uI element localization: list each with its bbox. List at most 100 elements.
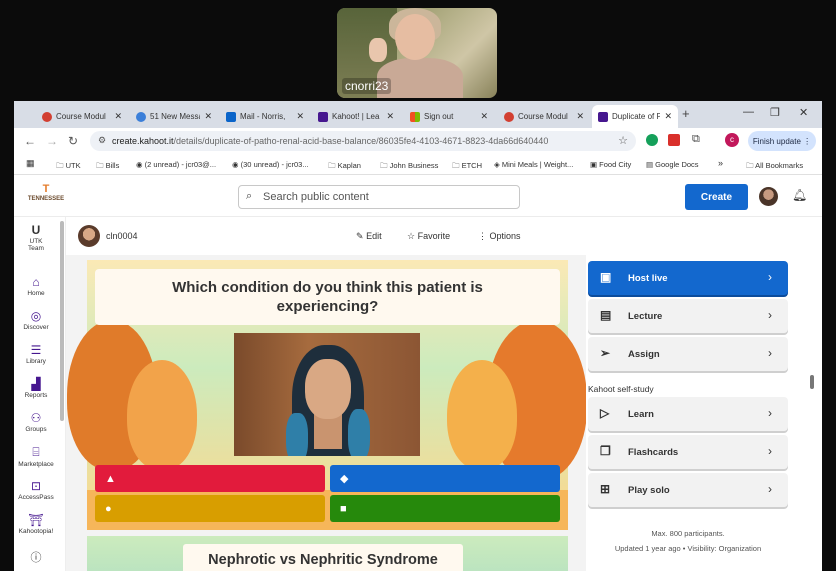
forward-icon[interactable]: → bbox=[46, 134, 58, 148]
sidebar-scrollbar[interactable] bbox=[60, 221, 64, 421]
page-scrollbar[interactable] bbox=[810, 375, 814, 389]
close-tab-icon[interactable]: ✕ bbox=[576, 111, 584, 122]
sidebar-item-accesspass[interactable]: ⊡ AccessPass bbox=[14, 479, 58, 501]
sidebar-item-discover[interactable]: ◎ Discover bbox=[14, 309, 58, 331]
sidebar-item-reports[interactable]: ▟ Reports bbox=[14, 377, 58, 399]
lecture-button[interactable]: ▤ Lecture › bbox=[588, 299, 788, 333]
play-solo-button[interactable]: ⊞ Play solo › bbox=[588, 473, 788, 507]
bookmark-link[interactable]: ▣ Food City bbox=[590, 160, 631, 169]
sidebar-item-groups[interactable]: ⚇ Groups bbox=[14, 411, 58, 433]
browser-tab[interactable]: Kahoot! | Lea ✕ bbox=[312, 105, 400, 128]
create-button[interactable]: Create bbox=[685, 184, 748, 210]
sidebar-item-library[interactable]: ☰ Library bbox=[14, 343, 58, 365]
browser-tab[interactable]: Course Modul ✕ bbox=[498, 105, 590, 128]
reload-icon[interactable]: ↻ bbox=[68, 134, 78, 148]
answer-option-green[interactable]: ■ bbox=[330, 495, 560, 522]
bookmarks-bar: ▦ 🗀 UTK 🗀 Bills ◉ (2 unread) - jcr03@...… bbox=[14, 155, 822, 175]
browser-tab-active[interactable]: Duplicate of P ✕ bbox=[592, 105, 678, 128]
participant-face bbox=[395, 14, 435, 60]
answer-option-red[interactable]: ▲ bbox=[95, 465, 325, 492]
favorite-button[interactable]: ☆ Favorite bbox=[407, 231, 450, 242]
kahootopia-icon: ⛩ bbox=[28, 513, 44, 527]
close-tab-icon[interactable]: ✕ bbox=[204, 111, 212, 122]
compass-icon: ◎ bbox=[30, 309, 42, 323]
flashcards-button[interactable]: ❐ Flashcards › bbox=[588, 435, 788, 469]
close-window-icon[interactable]: ✕ bbox=[799, 106, 808, 119]
close-tab-icon[interactable]: ✕ bbox=[480, 111, 488, 122]
sidebar-item-kahootopia[interactable]: ⛩ Kahootopia! bbox=[14, 513, 58, 535]
pdf-extension-icon[interactable] bbox=[668, 134, 680, 146]
assign-button[interactable]: ➢ Assign › bbox=[588, 337, 788, 371]
site-info-icon[interactable]: ⚙ bbox=[98, 135, 106, 146]
reports-icon: ▟ bbox=[31, 377, 41, 391]
all-bookmarks-folder[interactable]: 🗀 All Bookmarks bbox=[746, 160, 803, 173]
answer-option-yellow[interactable]: ● bbox=[95, 495, 325, 522]
search-input[interactable]: ⌕ Search public content bbox=[238, 185, 520, 209]
learn-button[interactable]: ▷ Learn › bbox=[588, 397, 788, 431]
close-tab-icon[interactable]: ✕ bbox=[386, 111, 394, 122]
chevron-right-icon: › bbox=[768, 308, 772, 322]
autumn-tree-left bbox=[127, 360, 197, 470]
options-button[interactable]: ⋮ Options bbox=[478, 231, 521, 242]
profile-avatar-icon[interactable]: c bbox=[725, 133, 739, 147]
user-avatar[interactable] bbox=[759, 187, 778, 206]
close-tab-icon[interactable]: ✕ bbox=[296, 111, 304, 122]
tab-bar: Course Modul ✕ 51 New Messa ✕ Mail - Norri… bbox=[14, 101, 822, 128]
sidebar-item-home[interactable]: ⌂ Home bbox=[14, 275, 58, 297]
host-live-button[interactable]: ▣ Host live › bbox=[588, 261, 788, 295]
search-icon: ⌕ bbox=[246, 190, 253, 202]
answer-option-blue[interactable]: ◆ bbox=[330, 465, 560, 492]
bookmark-folder[interactable]: 🗀 John Business bbox=[380, 160, 438, 173]
browser-tab[interactable]: Sign out ✕ bbox=[404, 105, 494, 128]
grammarly-extension-icon[interactable] bbox=[646, 134, 658, 146]
sidebar-item-marketplace[interactable]: ⌸ Marketplace bbox=[14, 445, 58, 468]
bookmark-folder[interactable]: 🗀 Bills bbox=[96, 160, 119, 173]
presentation-icon: ▣ bbox=[600, 270, 612, 284]
slide-title: Nephrotic vs Nephritic Syndrome bbox=[183, 544, 463, 571]
close-tab-icon[interactable]: ✕ bbox=[664, 111, 672, 122]
bookmark-link[interactable]: ◉ (2 unread) - jcr03@... bbox=[136, 160, 216, 169]
minimize-icon[interactable]: — bbox=[743, 106, 754, 118]
address-bar[interactable]: ⚙ create.kahoot.it/details/duplicate-of-… bbox=[90, 131, 636, 151]
home-icon: ⌂ bbox=[32, 275, 40, 289]
participant-hand bbox=[369, 38, 387, 62]
close-tab-icon[interactable]: ✕ bbox=[114, 111, 122, 122]
self-study-heading: Kahoot self-study bbox=[588, 384, 654, 394]
new-tab-icon[interactable]: + bbox=[682, 106, 690, 121]
restore-icon[interactable]: ❐ bbox=[770, 106, 780, 119]
bookmark-star-icon[interactable]: ☆ bbox=[618, 134, 628, 147]
more-bookmarks-icon[interactable]: » bbox=[718, 158, 723, 168]
browser-tab[interactable]: Course Modul ✕ bbox=[36, 105, 128, 128]
bookmark-link[interactable]: ▤ Google Docs bbox=[646, 160, 699, 169]
back-icon[interactable]: ← bbox=[24, 134, 36, 148]
question-slide[interactable]: Which condition do you think this patien… bbox=[67, 260, 586, 530]
browser-tab[interactable]: Mail - Norris, ✕ bbox=[220, 105, 310, 128]
groups-icon: ⚇ bbox=[30, 411, 42, 425]
sidebar-item-team[interactable]: U UTK Team bbox=[14, 223, 58, 252]
tab-favicon-icon bbox=[598, 111, 608, 122]
owner-name[interactable]: cln0004 bbox=[106, 231, 138, 241]
patient-photo bbox=[234, 333, 420, 456]
finish-update-button[interactable]: Finish update ⋮ bbox=[748, 131, 816, 151]
marketplace-icon: ⌸ bbox=[32, 445, 40, 459]
notifications-bell-icon[interactable]: 🔔︎ bbox=[792, 188, 807, 202]
bookmark-folder[interactable]: 🗀 ETCH bbox=[452, 160, 482, 173]
owner-avatar[interactable] bbox=[78, 225, 100, 247]
apps-grid-icon[interactable]: ▦ bbox=[26, 158, 35, 169]
sidebar: U UTK Team ⌂ Home ◎ Discover ☰ Library ▟ Repor… bbox=[14, 217, 66, 571]
browser-tab[interactable]: 51 New Messa ✕ bbox=[130, 105, 218, 128]
bookmark-folder[interactable]: 🗀 UTK bbox=[56, 160, 81, 173]
chevron-right-icon: › bbox=[768, 346, 772, 360]
bookmark-folder[interactable]: 🗀 Kaplan bbox=[328, 160, 361, 173]
edit-button[interactable]: ✎ Edit bbox=[356, 231, 382, 242]
help-icon[interactable]: ⓘ bbox=[14, 549, 58, 565]
question-slide[interactable]: Nephrotic vs Nephritic Syndrome bbox=[87, 536, 568, 571]
autumn-tree-right bbox=[447, 360, 517, 470]
kahoot-detail-header: cln0004 ✎ Edit ☆ Favorite ⋮ Options bbox=[66, 217, 816, 255]
org-logo[interactable]: T TENNESSEE bbox=[26, 183, 66, 209]
grid-icon: ⊞ bbox=[600, 482, 611, 496]
extensions-icon[interactable]: ⧉ bbox=[692, 133, 700, 146]
tab-favicon-icon bbox=[504, 111, 514, 122]
bookmark-link[interactable]: ◈ Mini Meals | Weight... bbox=[494, 160, 573, 169]
bookmark-link[interactable]: ◉ (30 unread) - jcr03... bbox=[232, 160, 309, 169]
